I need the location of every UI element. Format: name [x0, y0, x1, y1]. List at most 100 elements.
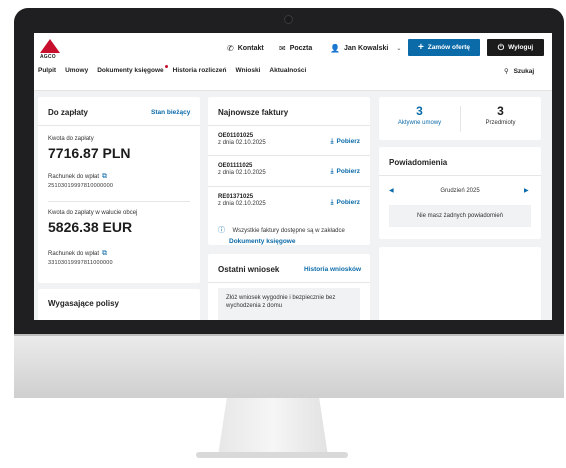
copy-icon[interactable]: ⧉ [102, 250, 107, 258]
mail-label: Poczta [289, 44, 313, 52]
to-pay-title: Do zapłaty [48, 108, 89, 117]
search-icon: ⚲ [504, 68, 509, 75]
order-offer-label: Zamów ofertę [427, 44, 471, 51]
account-number: 25103019997810000000 [48, 183, 114, 189]
main-nav: Pulpit Umowy Dokumenty księgowe Historia… [38, 65, 315, 79]
nav-item-aktualnosci[interactable]: Aktualności [269, 67, 306, 79]
download-icon: ⤓ [330, 199, 334, 206]
accounting-documents-link[interactable]: Dokumenty księgowe [229, 238, 363, 245]
download-label: Pobierz [336, 168, 360, 175]
download-icon: ⤓ [330, 168, 334, 175]
user-icon: 👤 [330, 43, 340, 53]
amount-fx-label: Kwota do zapłaty w walucie obcej [48, 210, 138, 216]
contact-label: Kontakt [237, 44, 264, 52]
invoice-row: RE01371025 z dnia 02.10.2025 ⤓ Pobierz [218, 194, 360, 207]
empty-card [379, 247, 541, 320]
search-button[interactable]: ⚲ Szukaj [504, 67, 534, 75]
download-label: Pobierz [336, 138, 360, 145]
mail-icon: ✉ [279, 43, 286, 53]
items-label: Przedmioty [485, 120, 516, 126]
user-menu[interactable]: 👤 Jan Kowalski ⌄ [330, 40, 401, 56]
contact-link[interactable]: ✆ Kontakt [227, 40, 264, 56]
current-month: Grudzień 2025 [440, 188, 480, 194]
expiring-title: Wygasające polisy [48, 299, 119, 308]
expiring-policies-card: Wygasające polisy [38, 289, 200, 320]
nav-item-dokumenty[interactable]: Dokumenty księgowe [97, 65, 168, 79]
download-label: Pobierz [336, 199, 360, 206]
account-fx-label-text: Rachunek do wpłat [48, 251, 100, 257]
logo-text: AGCO [40, 54, 56, 60]
invoice-row: OE01111025 z dnia 02.10.2025 ⤓ Pobierz [218, 163, 360, 176]
download-button[interactable]: ⤓ Pobierz [331, 138, 360, 146]
monitor-mockup: AGCO ✆ Kontakt ✉ Poczta 👤 Jan Kowalski ⌄… [0, 0, 566, 468]
brand-logo[interactable]: AGCO [40, 39, 60, 61]
divider [208, 125, 370, 126]
notifications-empty-box: Nie masz żadnych powiadomień [389, 205, 531, 227]
amount-fx-value: 5826.38 EUR [48, 219, 133, 235]
download-icon: ⤓ [330, 138, 334, 145]
notifications-empty-text: Nie masz żadnych powiadomień [416, 213, 504, 219]
invoices-note-text: Wszystkie faktury dostępne są w zakładce [232, 228, 345, 234]
user-name: Jan Kowalski [343, 44, 389, 52]
nav-item-pulpit[interactable]: Pulpit [38, 67, 56, 79]
requests-history-link[interactable]: Historia wniosków [304, 266, 361, 273]
active-contracts-stat[interactable]: 3 Aktywne umowy [379, 104, 460, 126]
logo-triangle-icon [40, 39, 60, 53]
plus-icon: + [417, 42, 424, 53]
divider [48, 201, 190, 202]
next-month-icon[interactable]: ▶ [524, 187, 529, 194]
account-fx-label: Rachunek do wpłat ⧉ [48, 250, 107, 258]
request-info-box: Złóż wniosek wygodnie i bezpiecznie bez … [218, 288, 360, 320]
divider [379, 175, 541, 176]
app-screen: AGCO ✆ Kontakt ✉ Poczta 👤 Jan Kowalski ⌄… [34, 33, 552, 320]
stats-card: 3 Aktywne umowy 3 Przedmioty [379, 97, 541, 140]
app-header: AGCO ✆ Kontakt ✉ Poczta 👤 Jan Kowalski ⌄… [34, 33, 552, 91]
monitor-stand [218, 398, 328, 456]
divider [38, 125, 200, 126]
request-info-text: Złóż wniosek wygodnie i bezpiecznie bez … [226, 295, 336, 310]
mail-link[interactable]: ✉ Poczta [279, 40, 312, 56]
chevron-down-icon: ⌄ [396, 45, 402, 52]
items-stat[interactable]: 3 Przedmioty [460, 104, 541, 126]
phone-icon: ✆ [227, 43, 234, 53]
amount-value: 7716.87 PLN [48, 145, 131, 161]
nav-item-umowy[interactable]: Umowy [65, 67, 88, 79]
nav-item-historia[interactable]: Historia rozliczeń [173, 67, 227, 79]
monitor-base [196, 452, 348, 458]
order-offer-button[interactable]: + Zamów ofertę [408, 39, 480, 56]
copy-icon[interactable]: ⧉ [102, 173, 107, 181]
account-label: Rachunek do wpłat ⧉ [48, 173, 107, 181]
items-count: 3 [497, 104, 504, 118]
invoices-note: ⓘ Wszystkie faktury dostępne są w zakład… [218, 219, 363, 245]
amount-label: Kwota do zapłaty [48, 136, 94, 142]
to-pay-card: Do zapłaty Stan bieżący Kwota do zapłaty… [38, 97, 200, 283]
search-label: Szukaj [513, 68, 535, 75]
divider [208, 186, 370, 187]
logout-button[interactable]: ⏻ Wyloguj [487, 39, 544, 56]
account-label-text: Rachunek do wpłat [48, 174, 100, 180]
chin-edge [14, 334, 564, 336]
power-icon: ⏻ [497, 42, 505, 52]
notification-dot-icon [164, 65, 168, 68]
invoice-row: OE01101025 z dnia 02.10.2025 ⤓ Pobierz [218, 133, 360, 146]
active-contracts-count: 3 [416, 104, 423, 118]
account-fx-number: 33103019997811000000 [48, 260, 113, 266]
divider [208, 155, 370, 156]
nav-item-dokumenty-label: Dokumenty księgowe [97, 67, 164, 74]
invoices-card: Najnowsze faktury OE01101025 z dnia 02.1… [208, 97, 370, 245]
last-request-title: Ostatni wniosek [218, 265, 280, 274]
info-icon: ⓘ [218, 227, 225, 234]
last-request-card: Ostatni wniosek Historia wniosków Złóż w… [208, 254, 370, 320]
invoices-title: Najnowsze faktury [218, 108, 289, 117]
notifications-card: Powiadomienia ◀ Grudzień 2025 ▶ Nie masz… [379, 147, 541, 239]
download-button[interactable]: ⤓ Pobierz [331, 199, 360, 207]
logout-label: Wyloguj [508, 44, 534, 51]
camera-dot [284, 15, 293, 24]
active-contracts-label: Aktywne umowy [397, 120, 442, 126]
monitor-chin [14, 334, 564, 398]
nav-item-wnioski[interactable]: Wnioski [235, 67, 260, 79]
divider [208, 282, 370, 283]
download-button[interactable]: ⤓ Pobierz [331, 168, 360, 176]
current-status-link[interactable]: Stan bieżący [151, 109, 190, 116]
notifications-title: Powiadomienia [389, 158, 448, 167]
